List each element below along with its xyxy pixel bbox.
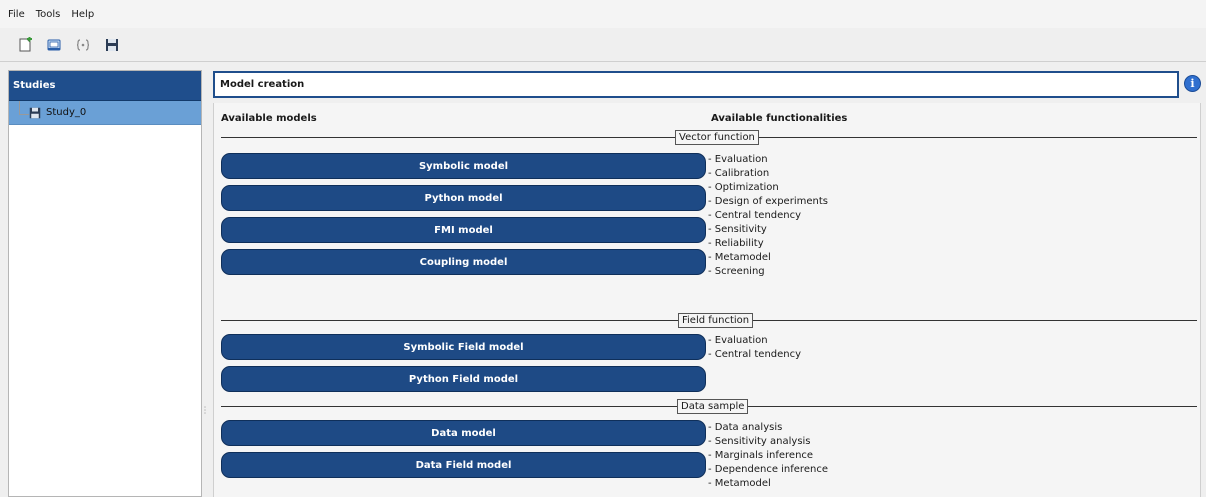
info-icon[interactable]: i (1184, 75, 1201, 92)
open-study-button[interactable] (45, 36, 63, 54)
study-save-icon (29, 107, 41, 119)
open-study-icon (47, 39, 61, 50)
functionality-item: - Central tendency (708, 210, 802, 221)
functionality-item: - Metamodel (708, 478, 771, 489)
functionality-item: - Reliability (708, 238, 764, 249)
tree-branch-line (19, 101, 29, 115)
functionality-item: - Optimization (708, 182, 779, 193)
save-icon (106, 38, 118, 51)
section-label-data-sample: Data sample (677, 399, 749, 414)
menu-help[interactable]: Help (71, 9, 94, 20)
menu-bar: File Tools Help (0, 0, 1206, 28)
functionality-item: - Sensitivity analysis (708, 436, 811, 447)
symbolic-model-button[interactable]: Symbolic model (221, 153, 706, 179)
coupling-model-button[interactable]: Coupling model (221, 249, 706, 275)
menu-file[interactable]: File (8, 9, 25, 20)
studies-header: Studies (9, 71, 201, 101)
functionality-item: - Data analysis (708, 422, 783, 433)
new-study-icon (19, 36, 32, 51)
save-button[interactable] (103, 36, 121, 54)
import-script-button[interactable] (74, 36, 92, 54)
studies-panel: Studies Study_0 (8, 70, 202, 497)
study-item-label: Study_0 (46, 107, 87, 118)
functionality-item: - Screening (708, 266, 765, 277)
data-sample-functionalities: - Data analysis - Sensitivity analysis -… (708, 421, 828, 491)
window-title: Model creation (220, 79, 305, 90)
model-creation-panel: Available models Available functionaliti… (213, 103, 1201, 497)
model-creation-title: Model creation (213, 71, 1179, 98)
available-functionalities-header: Available functionalities (711, 113, 848, 124)
vector-function-functionalities: - Evaluation - Calibration - Optimizatio… (708, 153, 828, 279)
section-label-field-function: Field function (678, 313, 754, 328)
splitter-handle[interactable] (203, 405, 207, 415)
functionality-item: - Sensitivity (708, 224, 767, 235)
section-label-vector-function: Vector function (675, 130, 759, 145)
functionality-item: - Design of experiments (708, 196, 828, 207)
toolbar (0, 28, 1206, 62)
functionality-item: - Evaluation (708, 335, 768, 346)
menu-tools[interactable]: Tools (36, 9, 61, 20)
field-function-functionalities: - Evaluation - Central tendency (708, 334, 801, 362)
available-models-header: Available models (221, 113, 317, 124)
functionality-item: - Marginals inference (708, 450, 814, 461)
fmi-model-button[interactable]: FMI model (221, 217, 706, 243)
functionality-item: - Central tendency (708, 349, 802, 360)
functionality-item: - Metamodel (708, 252, 771, 263)
data-field-model-button[interactable]: Data Field model (221, 452, 706, 478)
symbolic-field-model-button[interactable]: Symbolic Field model (221, 334, 706, 360)
study-item[interactable]: Study_0 (9, 101, 201, 125)
python-field-model-button[interactable]: Python Field model (221, 366, 706, 392)
import-script-icon (76, 38, 90, 51)
data-model-button[interactable]: Data model (221, 420, 706, 446)
new-study-button[interactable] (16, 36, 34, 54)
functionality-item: - Dependence inference (708, 464, 828, 475)
python-model-button[interactable]: Python model (221, 185, 706, 211)
functionality-item: - Evaluation (708, 154, 768, 165)
functionality-item: - Calibration (708, 168, 770, 179)
